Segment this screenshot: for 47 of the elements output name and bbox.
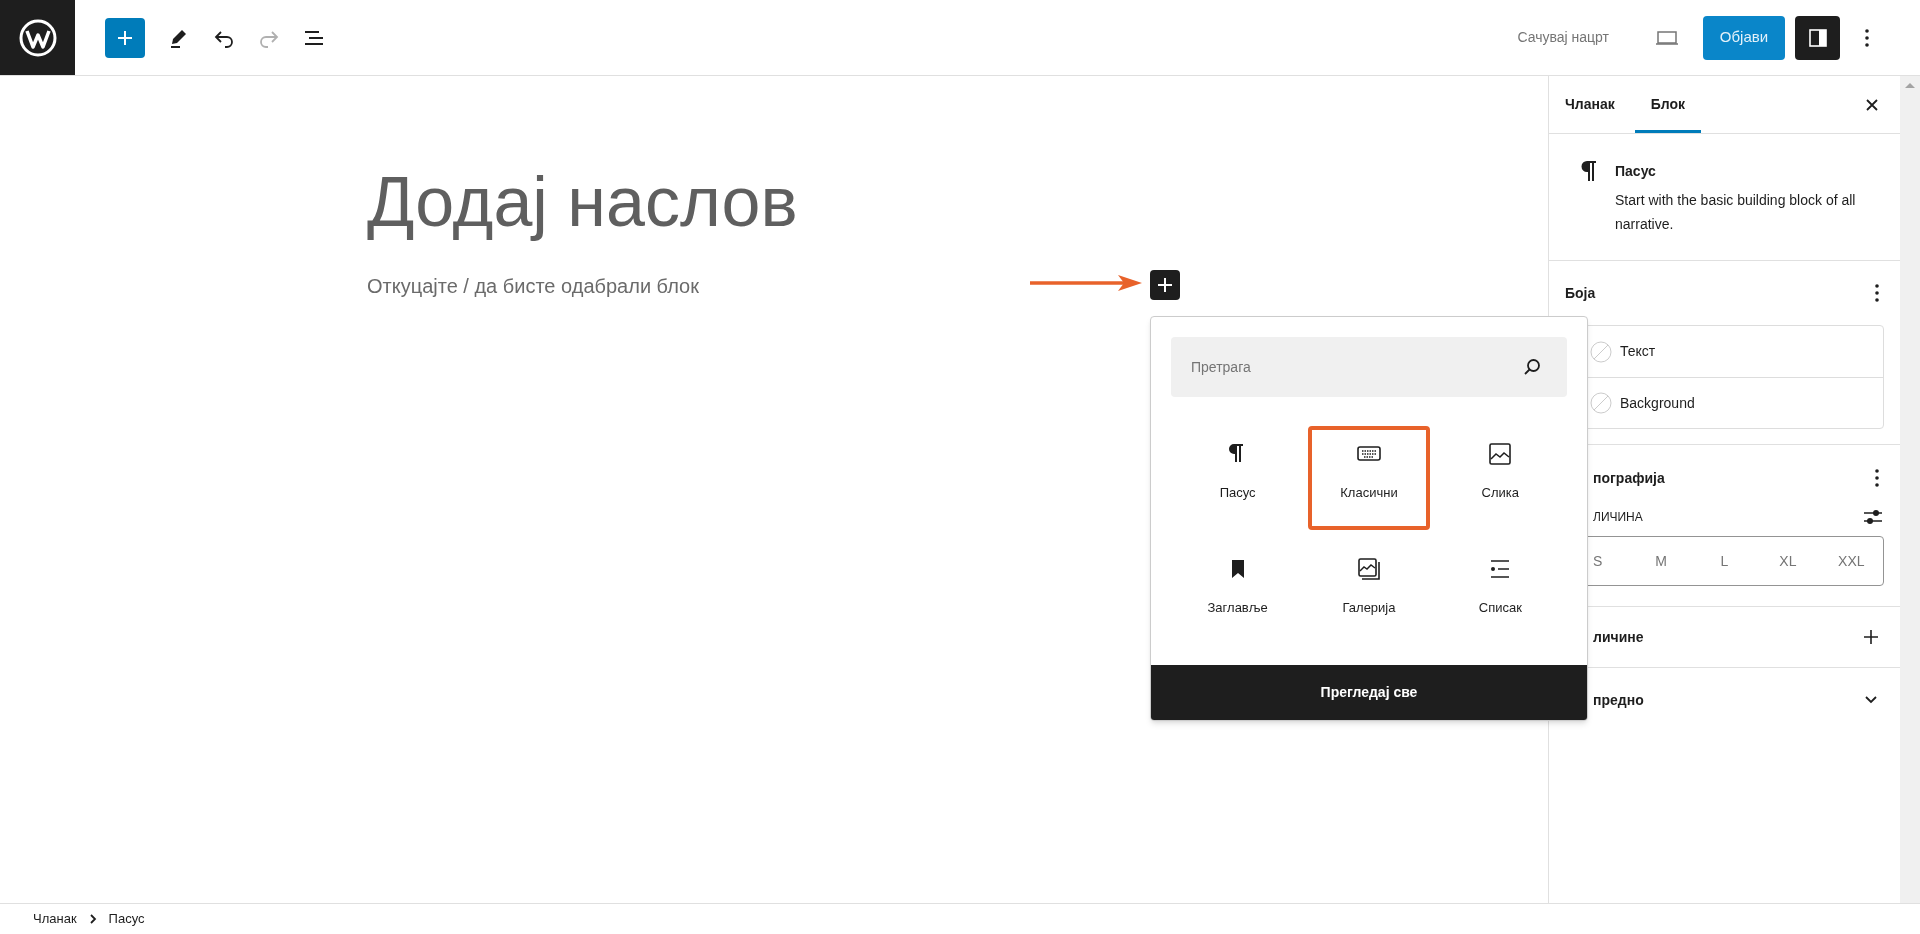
block-name: Пасус	[1615, 162, 1656, 181]
block-description: Start with the basic building block of all narrative.	[1615, 191, 1857, 234]
breadcrumb-link[interactable]: Чланак	[33, 909, 77, 929]
search-icon[interactable]	[1522, 357, 1542, 377]
image-icon	[1488, 442, 1513, 466]
size-label: ЛИЧИНА	[1593, 509, 1643, 526]
font-size-option[interactable]: L	[1692, 537, 1757, 585]
sidebar-tab[interactable]: Чланак	[1549, 76, 1631, 133]
close-icon[interactable]	[1864, 96, 1880, 113]
chevron-right-icon	[88, 914, 97, 924]
sidebar-tab[interactable]: Блок	[1634, 76, 1702, 133]
block-option[interactable]: Пасус	[1176, 426, 1299, 530]
search-field[interactable]: Претрага	[1171, 337, 1567, 397]
scrollbar[interactable]	[1900, 76, 1920, 903]
sidebar-panel-icon	[1806, 26, 1829, 49]
block-inserter-button[interactable]	[1150, 270, 1180, 300]
plus-icon	[1157, 277, 1173, 293]
paragraph-placeholder[interactable]: Откуцајте / да бисте одабрали блок	[367, 272, 699, 300]
color-option[interactable]: Текст	[1566, 326, 1883, 377]
no-color-icon	[1590, 392, 1612, 414]
font-size-option[interactable]: XXL	[1819, 537, 1884, 585]
font-size-option[interactable]: M	[1629, 537, 1693, 585]
block-option[interactable]: Слика	[1439, 426, 1562, 530]
sliders-icon[interactable]	[1862, 507, 1884, 527]
section-title[interactable]: пографија	[1593, 467, 1665, 489]
pilcrow-icon	[1579, 160, 1597, 182]
add-block-button[interactable]	[105, 17, 145, 58]
section-title[interactable]: предно	[1593, 689, 1644, 711]
plus-icon[interactable]	[1862, 628, 1880, 646]
sidebar-toggle-button[interactable]	[1795, 15, 1840, 60]
no-color-icon	[1590, 340, 1612, 363]
wordpress-logo-icon[interactable]	[0, 0, 75, 75]
block-option[interactable]: Галерија	[1308, 541, 1430, 645]
more-options-icon[interactable]	[1874, 468, 1880, 488]
breadcrumb-link[interactable]: Пасус	[108, 909, 145, 929]
block-option[interactable]: Заглавље	[1176, 541, 1299, 645]
title-placeholder[interactable]: Додај наслов	[367, 162, 798, 242]
section-title[interactable]: личине	[1593, 626, 1644, 648]
more-options-icon[interactable]	[1864, 27, 1870, 48]
font-size-option[interactable]: XL	[1756, 537, 1820, 585]
gallery-icon	[1357, 557, 1381, 581]
save-draft-button[interactable]: Сачувај нацрт	[1509, 27, 1617, 48]
block-option[interactable]: Класични	[1308, 426, 1430, 530]
more-options-icon[interactable]	[1874, 283, 1880, 303]
browse-all-button[interactable]: Прегледај све	[1151, 665, 1587, 720]
block-option[interactable]: Списак	[1439, 541, 1562, 645]
section-title[interactable]: Боја	[1565, 282, 1596, 304]
